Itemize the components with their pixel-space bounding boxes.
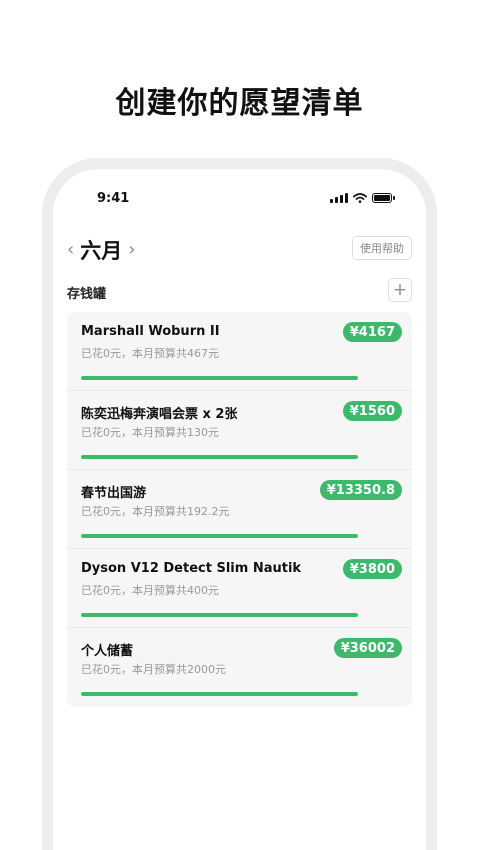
- wish-item-name: 个人储蓄: [81, 644, 134, 659]
- signal-icon: [330, 193, 348, 203]
- wish-item-name: 春节出国游: [81, 486, 147, 501]
- wish-item-progress-track: [81, 376, 358, 380]
- app-screen: 9:41 ‹ 六月 › 使用帮助 存钱罐 + Marshall Woburn I…: [53, 169, 426, 850]
- wish-item[interactable]: Marshall Woburn II 已花0元，本月预算共467元 ¥4167: [67, 312, 412, 391]
- month-navigator: ‹ 六月 ›: [67, 235, 135, 265]
- wish-item[interactable]: Dyson V12 Detect Slim Nautik 已花0元，本月预算共4…: [67, 549, 412, 628]
- wish-item-progress-fill: [81, 692, 358, 696]
- wish-item-progress-track: [81, 692, 358, 696]
- wish-item-amount-badge: ¥13350.8: [319, 480, 402, 500]
- chevron-left-icon[interactable]: ‹: [67, 241, 74, 259]
- wish-item-name: 陈奕迅梅奔演唱会票 x 2张: [81, 407, 238, 422]
- wish-item[interactable]: 个人储蓄 已花0元，本月预算共2000元 ¥36002: [67, 628, 412, 707]
- wish-item-progress-fill: [81, 376, 358, 380]
- wish-item[interactable]: 春节出国游 已花0元，本月预算共192.2元 ¥13350.8: [67, 470, 412, 549]
- status-icons: [330, 193, 395, 203]
- phone-frame: 9:41 ‹ 六月 › 使用帮助 存钱罐 + Marshall Woburn I…: [42, 158, 437, 850]
- wish-item-progress-fill: [81, 534, 358, 538]
- wish-item-subtitle: 已花0元，本月预算共400元: [81, 584, 219, 597]
- battery-icon: [372, 193, 395, 203]
- help-button[interactable]: 使用帮助: [352, 236, 412, 260]
- wish-item-name: Dyson V12 Detect Slim Nautik: [81, 561, 302, 576]
- wish-item-progress-track: [81, 613, 358, 617]
- wish-item-subtitle: 已花0元，本月预算共467元: [81, 347, 219, 360]
- status-time: 9:41: [97, 191, 130, 206]
- wish-item-progress-track: [81, 534, 358, 538]
- wish-item-progress-track: [81, 455, 358, 459]
- month-title: 六月: [80, 239, 123, 263]
- wish-item-progress-fill: [81, 613, 358, 617]
- chevron-right-icon[interactable]: ›: [128, 241, 135, 259]
- wifi-icon: [353, 193, 367, 203]
- promo-headline: 创建你的愿望清单: [115, 86, 364, 121]
- wish-list: Marshall Woburn II 已花0元，本月预算共467元 ¥4167 …: [67, 312, 412, 707]
- wish-item-subtitle: 已花0元，本月预算共2000元: [81, 663, 226, 676]
- wish-item-name: Marshall Woburn II: [81, 324, 220, 339]
- wish-item[interactable]: 陈奕迅梅奔演唱会票 x 2张 已花0元，本月预算共130元 ¥1560: [67, 391, 412, 470]
- wish-item-amount-badge: ¥3800: [342, 559, 402, 579]
- wish-item-amount-badge: ¥4167: [342, 322, 402, 342]
- wish-item-amount-badge: ¥1560: [342, 401, 402, 421]
- add-wish-button[interactable]: +: [388, 278, 412, 302]
- wish-item-subtitle: 已花0元，本月预算共130元: [81, 426, 219, 439]
- wish-item-amount-badge: ¥36002: [333, 638, 402, 658]
- wish-item-progress-fill: [81, 455, 358, 459]
- wish-item-subtitle: 已花0元，本月预算共192.2元: [81, 505, 230, 518]
- section-title: 存钱罐: [67, 287, 107, 302]
